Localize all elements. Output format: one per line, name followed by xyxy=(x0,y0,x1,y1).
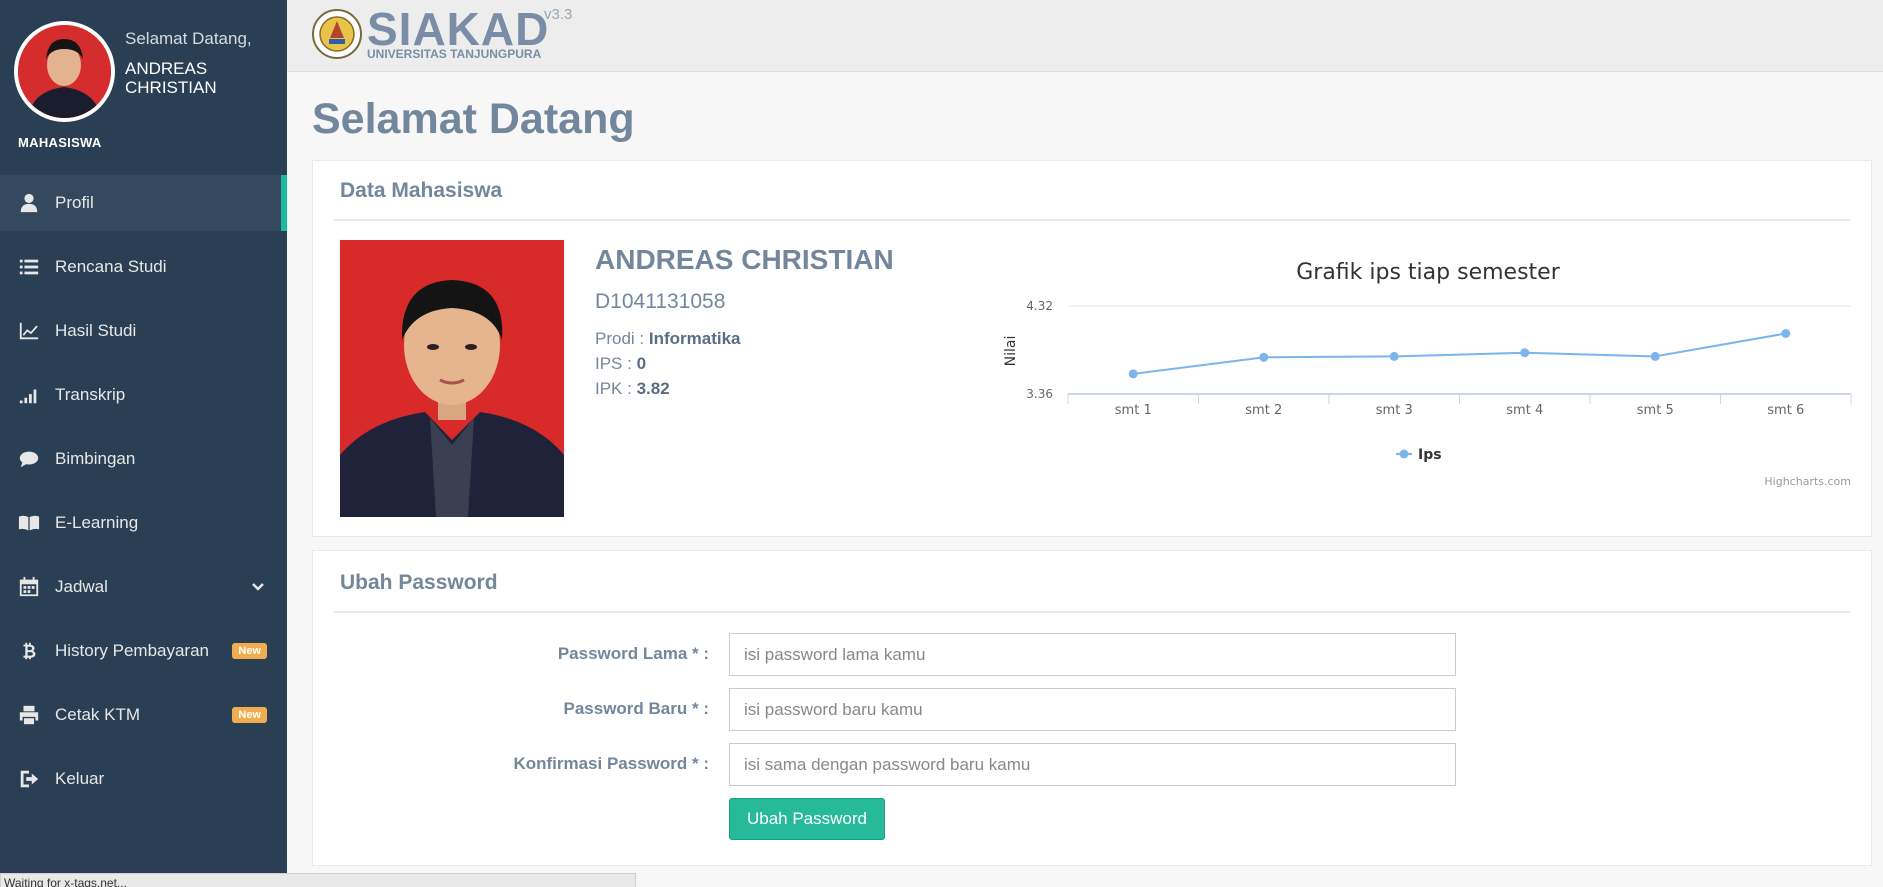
sidebar: Selamat Datang, ANDREAS CHRISTIAN MAHASI… xyxy=(0,0,287,887)
chart-title: Grafik ips tiap semester xyxy=(1296,260,1560,285)
sidebar-item-label: Transkrip xyxy=(55,385,126,404)
panel-title: Ubah Password xyxy=(340,571,498,594)
x-tick-label: smt 4 xyxy=(1506,403,1543,418)
student-name: ANDREAS CHRISTIAN xyxy=(595,244,894,275)
list-icon xyxy=(17,255,41,279)
sidebar-item-label: Rencana Studi xyxy=(55,257,167,276)
sidebar-item-label: E-Learning xyxy=(55,513,139,532)
x-tick-label: smt 6 xyxy=(1767,403,1804,418)
change-password-panel: Ubah Password Password Lama * : Password… xyxy=(312,550,1872,866)
sidebar-item-cetak-ktm[interactable]: Cetak KTM New xyxy=(0,687,287,743)
data-point xyxy=(1650,351,1660,361)
legend-label: Ips xyxy=(1418,447,1442,463)
data-point xyxy=(1259,352,1269,362)
university-logo-icon xyxy=(312,9,362,59)
data-point xyxy=(1389,351,1399,361)
chart-legend[interactable]: Ips xyxy=(1396,447,1442,463)
prodi-label: Prodi : xyxy=(595,329,649,348)
sidebar-menu: Profil Rencana Studi Hasil Studi Transkr… xyxy=(0,175,287,815)
new-password-label: Password Baru * : xyxy=(563,699,710,718)
user-name: ANDREAS CHRISTIAN xyxy=(125,59,217,97)
sidebar-item-jadwal[interactable]: Jadwal xyxy=(0,559,287,615)
change-password-button[interactable]: Ubah Password xyxy=(729,798,885,840)
old-password-label: Password Lama * : xyxy=(557,644,709,663)
sidebar-item-label: Keluar xyxy=(55,769,105,788)
avatar-photo xyxy=(18,25,111,118)
sidebar-item-e-learning[interactable]: E-Learning xyxy=(0,495,287,551)
confirm-password-label: Konfirmasi Password * : xyxy=(513,754,709,773)
calendar-icon xyxy=(17,575,41,599)
sidebar-item-rencana-studi[interactable]: Rencana Studi xyxy=(0,239,287,295)
x-axis: smt 1 smt 2 smt 3 smt 4 smt 5 smt 6 xyxy=(1067,393,1852,418)
ips-label: IPS : xyxy=(595,354,637,373)
university-name: UNIVERSITAS TANJUNGPURA xyxy=(367,47,542,61)
data-point xyxy=(1520,348,1530,358)
ipk-label: IPK : xyxy=(595,379,637,398)
y-axis-label: Nilai xyxy=(1003,336,1019,367)
ipk-value: 3.82 xyxy=(636,379,670,398)
signal-bars-icon xyxy=(17,383,41,407)
new-badge: New xyxy=(232,707,267,723)
sidebar-item-bimbingan[interactable]: Bimbingan xyxy=(0,431,287,487)
x-tick-label: smt 1 xyxy=(1115,403,1152,418)
x-tick-label: smt 5 xyxy=(1637,403,1674,418)
bitcoin-icon xyxy=(17,639,41,663)
chart-series xyxy=(1128,329,1791,379)
welcome-text: Selamat Datang, xyxy=(125,29,252,48)
sidebar-item-history-pembayaran[interactable]: History Pembayaran New xyxy=(0,623,287,679)
legend-marker xyxy=(1399,449,1409,459)
chart-grid: 4.32 3.36 xyxy=(1026,299,1851,401)
prodi-row: Prodi : Informatika xyxy=(595,329,741,349)
browser-status-bar: Waiting for x-tags.net... xyxy=(0,873,636,887)
sign-out-icon xyxy=(17,767,41,791)
ips-chart: Grafik ips tiap semester Nilai 4.323.36 … xyxy=(1003,260,1852,488)
sidebar-item-label: Jadwal xyxy=(55,577,108,596)
comment-icon xyxy=(17,447,41,471)
avatar xyxy=(14,21,115,122)
panel-title: Data Mahasiswa xyxy=(340,179,503,202)
top-navbar: SIAKAD v3.3 UNIVERSITAS TANJUNGPURA xyxy=(287,0,1883,72)
student-nim: D1041131058 xyxy=(595,290,726,313)
sidebar-item-transkrip[interactable]: Transkrip xyxy=(0,367,287,423)
book-icon xyxy=(17,511,41,535)
user-role: MAHASISWA xyxy=(18,135,102,150)
series-line xyxy=(1133,332,1786,375)
sidebar-item-profil[interactable]: Profil xyxy=(0,175,287,231)
y-tick-label: 4.32 xyxy=(1026,299,1053,313)
line-chart-icon xyxy=(17,319,41,343)
data-point xyxy=(1781,329,1791,338)
chart-credit[interactable]: Highcharts.com xyxy=(1764,475,1851,488)
student-photo xyxy=(340,240,564,517)
y-tick-label: 3.36 xyxy=(1026,387,1053,401)
ipk-row: IPK : 3.82 xyxy=(595,379,670,399)
prodi-value: Informatika xyxy=(648,329,741,348)
sidebar-item-hasil-studi[interactable]: Hasil Studi xyxy=(0,303,287,359)
student-data-panel: Data Mahasiswa ANDREAS CHRISTIAN D104113… xyxy=(312,160,1872,537)
chevron-down-icon[interactable] xyxy=(251,579,264,591)
new-badge: New xyxy=(232,643,267,659)
sidebar-item-label: Bimbingan xyxy=(55,449,136,468)
sidebar-item-label: Cetak KTM xyxy=(55,705,141,724)
page-title: Selamat Datang xyxy=(312,95,635,143)
sidebar-item-keluar[interactable]: Keluar xyxy=(0,751,287,807)
divider xyxy=(334,611,1850,613)
divider xyxy=(334,219,1850,221)
x-tick-label: smt 3 xyxy=(1376,403,1413,418)
data-point xyxy=(1128,369,1138,379)
confirm-password-input[interactable] xyxy=(729,743,1456,786)
new-password-input[interactable] xyxy=(729,688,1456,731)
print-icon xyxy=(17,703,41,727)
sidebar-item-label: History Pembayaran xyxy=(55,641,210,660)
ips-row: IPS : 0 xyxy=(595,354,646,374)
sidebar-item-label: Profil xyxy=(55,193,94,212)
ips-value: 0 xyxy=(636,354,647,373)
sidebar-item-label: Hasil Studi xyxy=(55,321,137,340)
user-icon xyxy=(17,191,41,215)
app-version: v3.3 xyxy=(544,6,573,23)
old-password-input[interactable] xyxy=(729,633,1456,676)
x-tick-label: smt 2 xyxy=(1245,403,1282,418)
